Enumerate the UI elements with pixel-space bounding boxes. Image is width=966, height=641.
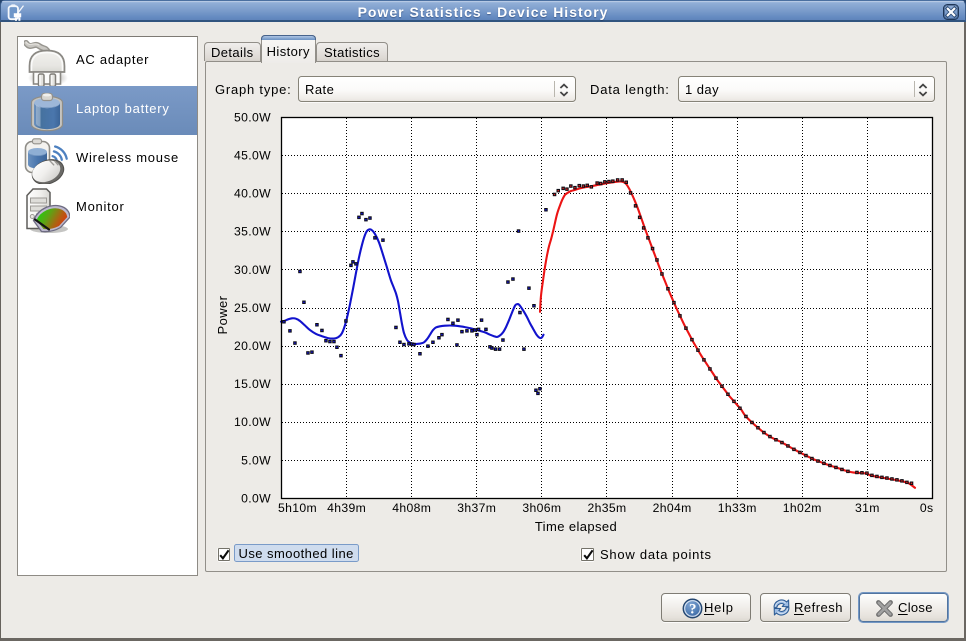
svg-text:3h06m: 3h06m bbox=[522, 501, 561, 515]
svg-text:20.0W: 20.0W bbox=[234, 339, 271, 353]
svg-text:Power: Power bbox=[215, 295, 230, 334]
svg-text:1h33m: 1h33m bbox=[718, 501, 757, 515]
svg-text:5.0W: 5.0W bbox=[241, 453, 271, 467]
svg-text:4h08m: 4h08m bbox=[392, 501, 431, 515]
svg-text:0.0W: 0.0W bbox=[241, 491, 271, 505]
svg-text:Time elapsed: Time elapsed bbox=[535, 519, 617, 534]
svg-text:10.0W: 10.0W bbox=[234, 415, 271, 429]
svg-text:40.0W: 40.0W bbox=[234, 187, 271, 201]
svg-text:15.0W: 15.0W bbox=[234, 377, 271, 391]
svg-text:4h39m: 4h39m bbox=[327, 501, 366, 515]
svg-text:25.0W: 25.0W bbox=[234, 301, 271, 315]
svg-text:5h10m: 5h10m bbox=[278, 501, 317, 515]
svg-text:45.0W: 45.0W bbox=[234, 149, 271, 163]
svg-text:30.0W: 30.0W bbox=[234, 263, 271, 277]
svg-text:1h02m: 1h02m bbox=[783, 501, 822, 515]
svg-text:50.0W: 50.0W bbox=[234, 110, 271, 124]
svg-text:0s: 0s bbox=[920, 501, 934, 515]
svg-text:2h04m: 2h04m bbox=[653, 501, 692, 515]
svg-text:2h35m: 2h35m bbox=[587, 501, 626, 515]
svg-text:?: ? bbox=[689, 601, 697, 617]
svg-text:31m: 31m bbox=[855, 501, 880, 515]
svg-text:3h37m: 3h37m bbox=[457, 501, 496, 515]
svg-text:35.0W: 35.0W bbox=[234, 225, 271, 239]
